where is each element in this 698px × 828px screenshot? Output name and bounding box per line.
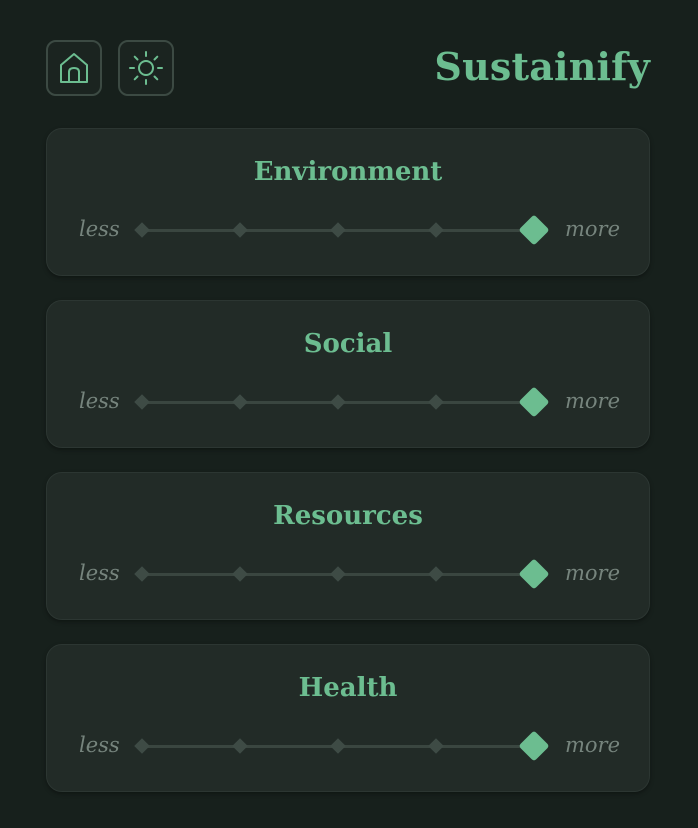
- slider-stop[interactable]: [330, 566, 346, 582]
- slider-stop[interactable]: [134, 738, 150, 754]
- slider-stop[interactable]: [330, 394, 346, 410]
- app-title: Sustainify: [434, 44, 650, 89]
- slider-stop[interactable]: [232, 222, 248, 238]
- slider-min-label: less: [79, 217, 120, 241]
- slider-stop[interactable]: [134, 394, 150, 410]
- slider-card-resources: Resources less more: [46, 472, 650, 620]
- slider-card-health: Health less more: [46, 644, 650, 792]
- slider-stop[interactable]: [428, 566, 444, 582]
- slider-card-environment: Environment less more: [46, 128, 650, 276]
- slider-title: Health: [298, 673, 398, 703]
- slider-stop[interactable]: [330, 738, 346, 754]
- slider-stop[interactable]: [428, 222, 444, 238]
- slider-max-label: more: [565, 561, 621, 585]
- slider-max-label: more: [565, 217, 621, 241]
- slider-min-label: less: [79, 733, 120, 757]
- slider-max-label: more: [565, 389, 621, 413]
- slider-title: Resources: [273, 501, 423, 531]
- slider-thumb[interactable]: [518, 214, 550, 246]
- slider-title: Environment: [253, 157, 443, 187]
- slider-thumb[interactable]: [518, 558, 550, 590]
- home-button[interactable]: [46, 40, 102, 96]
- slider-card-social: Social less more: [46, 300, 650, 448]
- slider-min-label: less: [79, 389, 120, 413]
- theme-toggle-button[interactable]: [118, 40, 174, 96]
- slider-stop[interactable]: [232, 566, 248, 582]
- slider-max-label: more: [565, 733, 621, 757]
- slider-stop[interactable]: [428, 394, 444, 410]
- slider-thumb[interactable]: [518, 730, 550, 762]
- sun-icon: [129, 51, 163, 85]
- slider-stop[interactable]: [232, 394, 248, 410]
- slider-stop[interactable]: [134, 566, 150, 582]
- slider-stop[interactable]: [330, 222, 346, 238]
- slider-title: Social: [303, 329, 393, 359]
- slider-min-label: less: [79, 561, 120, 585]
- slider-stop[interactable]: [428, 738, 444, 754]
- home-icon: [60, 53, 88, 83]
- slider-stop[interactable]: [134, 222, 150, 238]
- slider-stop[interactable]: [232, 738, 248, 754]
- slider-thumb[interactable]: [518, 386, 550, 418]
